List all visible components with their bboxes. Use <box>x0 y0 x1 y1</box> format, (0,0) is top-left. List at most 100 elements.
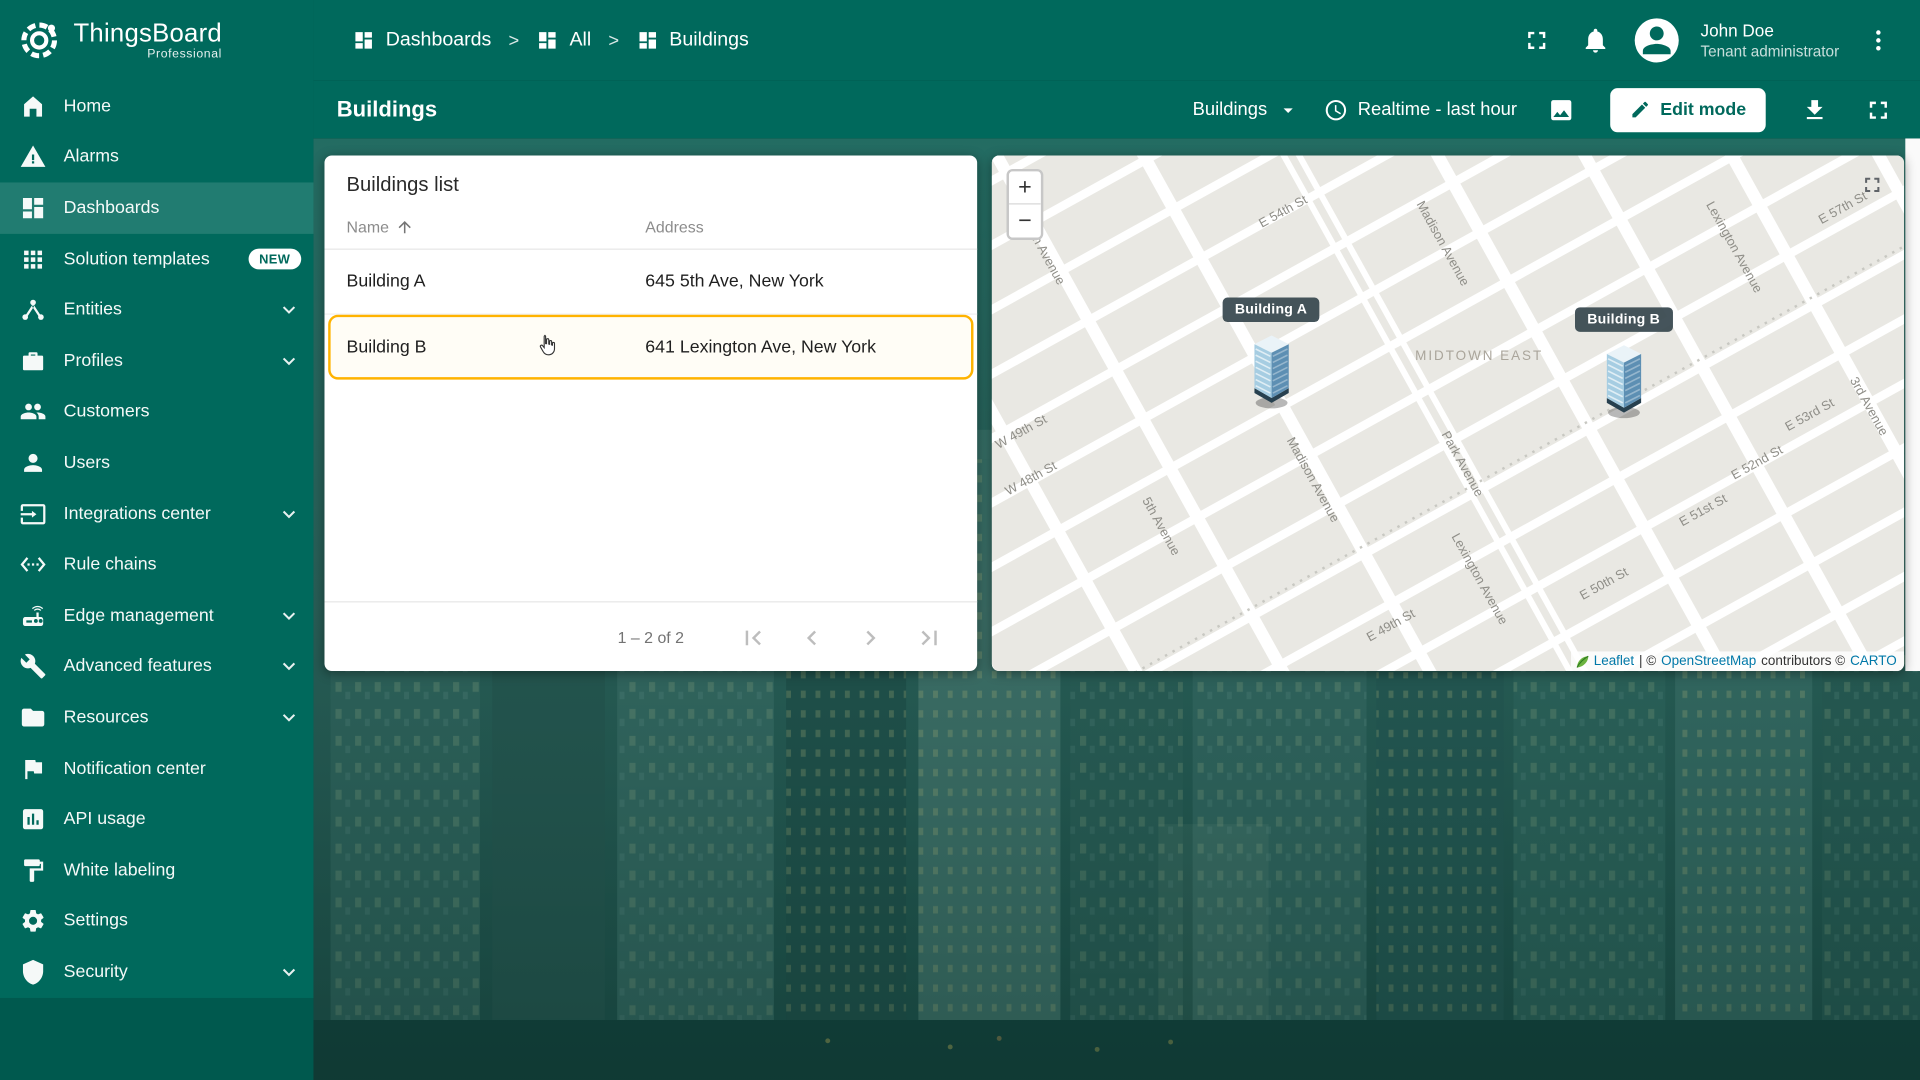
app-logo[interactable]: ThingsBoard Professional <box>0 0 313 81</box>
dashboard-title: Buildings <box>336 96 438 122</box>
previous-page-button[interactable] <box>797 623 826 652</box>
kebab-menu-icon <box>1876 30 1881 51</box>
fullscreen-icon <box>1527 31 1545 49</box>
cursor-hand-icon <box>539 334 556 356</box>
cell-address: 645 5th Ave, New York <box>645 271 824 292</box>
sidebar-item-label: Solution templates <box>63 249 210 269</box>
sidebar-item-resources[interactable]: Resources <box>0 692 313 743</box>
image-icon <box>1551 99 1572 120</box>
sidebar-item-profiles[interactable]: Profiles <box>0 335 313 386</box>
buildings-list-widget: Buildings list Name Address Building A 6… <box>324 155 978 672</box>
zoom-in-button[interactable]: + <box>1008 171 1041 205</box>
api-icon <box>20 806 47 833</box>
map-canvas[interactable] <box>991 155 1905 672</box>
sidebar-item-label: Entities <box>63 300 122 320</box>
sidebar-filler <box>0 997 314 1080</box>
breadcrumb-dashboards[interactable]: Dashboards <box>353 29 491 51</box>
map-fullscreen-button[interactable] <box>1860 173 1884 201</box>
widget-title: Buildings list <box>346 173 459 196</box>
user-role: Tenant administrator <box>1700 42 1840 60</box>
notifications-button[interactable] <box>1571 16 1620 65</box>
first-page-icon <box>745 630 761 646</box>
chevron-down-icon <box>277 960 301 984</box>
sidebar-item-label: Integrations center <box>63 503 211 524</box>
sidebar-item-customers[interactable]: Customers <box>0 386 313 437</box>
carto-link[interactable]: CARTO <box>1850 654 1897 669</box>
integrations-icon <box>20 500 47 527</box>
sidebar-item-label: Resources <box>63 707 149 728</box>
user-info[interactable]: John Doe Tenant administrator <box>1700 19 1839 61</box>
sidebar-item-label: Home <box>63 96 112 117</box>
column-header-name[interactable]: Name <box>347 218 646 236</box>
edit-mode-button[interactable]: Edit mode <box>1610 87 1766 132</box>
sidebar-item-edge-management[interactable]: Edge management <box>0 590 313 641</box>
user-name: John Doe <box>1700 20 1774 41</box>
map-marker-building-a[interactable]: Building A <box>1222 297 1320 418</box>
whitelabel-icon <box>20 857 47 884</box>
clock-icon <box>1325 99 1346 120</box>
sidebar-item-api-usage[interactable]: API usage <box>0 794 313 845</box>
sidebar-item-integrations-center[interactable]: Integrations center <box>0 488 313 539</box>
breadcrumb-all[interactable]: All <box>536 29 591 51</box>
dashboard-state-select[interactable]: Buildings <box>1188 85 1304 134</box>
toolbar-actions: Buildings Realtime - last hour Edit mode <box>1188 85 1903 134</box>
thingsboard-gear-icon <box>21 22 58 59</box>
sidebar-item-label: Profiles <box>63 351 123 371</box>
breadcrumb-buildings[interactable]: Buildings <box>636 29 749 51</box>
sidebar-item-label: API usage <box>63 809 146 830</box>
chevron-down-icon <box>277 501 301 525</box>
sidebar-item-users[interactable]: Users <box>0 437 313 488</box>
district-label: MIDTOWN EAST <box>1415 348 1544 364</box>
dashboard-toolbar: Buildings Buildings Realtime - last hour… <box>313 80 1920 139</box>
background-image-button[interactable] <box>1537 85 1586 134</box>
apps-icon <box>20 246 47 273</box>
user-avatar[interactable] <box>1634 18 1679 63</box>
cell-name: Building A <box>346 271 426 292</box>
marker-label: Building A <box>1222 297 1320 323</box>
edge-icon <box>20 602 47 629</box>
last-page-button[interactable] <box>915 623 944 652</box>
chevron-down-icon <box>277 705 301 729</box>
sidebar-item-advanced-features[interactable]: Advanced features <box>0 641 313 692</box>
table-pagination: 1 – 2 of 2 <box>324 601 978 671</box>
map-marker-building-b[interactable]: Building B <box>1575 307 1673 427</box>
sidebar-item-settings[interactable]: Settings <box>0 896 313 947</box>
toolbar-fullscreen-button[interactable] <box>1854 85 1903 134</box>
sidebar-item-white-labeling[interactable]: White labeling <box>0 845 313 896</box>
leaflet-link[interactable]: Leaflet <box>1594 654 1634 669</box>
sidebar-item-solution-templates[interactable]: Solution templates NEW <box>0 234 313 285</box>
dashboards-icon <box>638 32 656 49</box>
table-row-building-a[interactable]: Building A 645 5th Ave, New York <box>324 250 978 315</box>
attribution-text: | © <box>1639 653 1657 669</box>
osm-link[interactable]: OpenStreetMap <box>1661 654 1756 669</box>
chevron-down-icon <box>277 349 301 373</box>
sidebar-item-rule-chains[interactable]: Rule chains <box>0 539 313 590</box>
timewindow-button[interactable]: Realtime - last hour <box>1319 85 1522 134</box>
sidebar-item-alarms[interactable]: Alarms <box>0 132 313 183</box>
dashboard-scrollbar[interactable] <box>1905 138 1920 672</box>
zoom-out-button[interactable]: − <box>1008 204 1041 238</box>
table-header: Name Address <box>324 206 978 250</box>
breadcrumb: Dashboards > All > Buildings <box>353 29 749 51</box>
map-attribution: Leaflet | © OpenStreetMap contributors ©… <box>1570 651 1905 672</box>
next-page-button[interactable] <box>856 623 885 652</box>
marker-label: Building B <box>1575 307 1673 332</box>
sidebar-item-home[interactable]: Home <box>0 81 313 132</box>
sort-asc-icon <box>398 221 411 234</box>
sidebar-item-label: Customers <box>63 402 150 422</box>
more-menu-button[interactable] <box>1854 16 1903 65</box>
sidebar-item-security[interactable]: Security <box>0 947 313 998</box>
export-dashboard-button[interactable] <box>1790 85 1839 134</box>
first-page-button[interactable] <box>738 623 767 652</box>
sidebar: ThingsBoard Professional Home Alarms Dashb… <box>0 0 314 1080</box>
sidebar-item-entities[interactable]: Entities <box>0 285 313 336</box>
sidebar-item-dashboards[interactable]: Dashboards <box>0 182 314 234</box>
sidebar-item-label: Security <box>63 962 128 982</box>
sidebar-item-notification-center[interactable]: Notification center <box>0 743 313 794</box>
header-fullscreen-button[interactable] <box>1512 16 1561 65</box>
chevron-down-icon <box>277 603 301 627</box>
dashboards-icon <box>355 32 372 49</box>
header-actions: John Doe Tenant administrator <box>1512 16 1903 65</box>
column-header-address[interactable]: Address <box>645 218 977 236</box>
table-row-building-b[interactable]: Building B 641 Lexington Ave, New York <box>328 314 974 380</box>
